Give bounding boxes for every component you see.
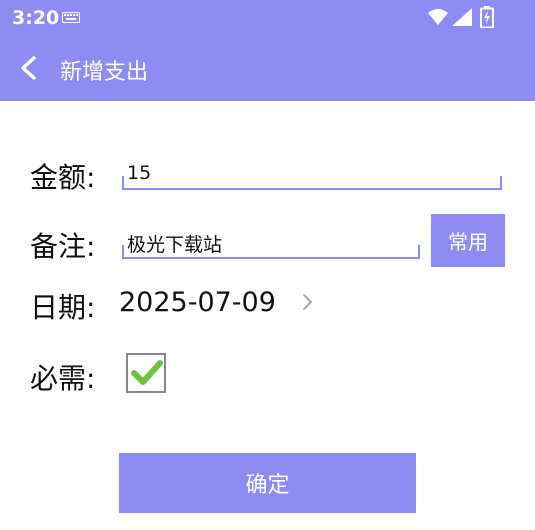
check-icon [131, 360, 163, 385]
note-label: 备注: [30, 230, 96, 263]
amount-field-underline [122, 176, 502, 190]
amount-label: 金额: [30, 161, 96, 194]
date-label: 日期: [30, 291, 96, 324]
common-notes-button[interactable]: 常用 [431, 214, 505, 267]
required-label: 必需: [30, 362, 96, 395]
app-bar: 新增支出 [0, 36, 535, 101]
date-value[interactable]: 2025-07-09 [119, 287, 276, 318]
page-title: 新增支出 [60, 60, 149, 85]
required-checkbox[interactable] [126, 353, 166, 393]
back-arrow-icon[interactable] [16, 55, 42, 81]
confirm-button[interactable]: 确定 [119, 453, 416, 513]
wifi-icon [428, 9, 448, 25]
chevron-right-icon[interactable] [300, 293, 314, 311]
battery-icon [480, 6, 494, 28]
status-bar: 3:20 [0, 0, 535, 36]
status-time: 3:20 [12, 7, 60, 29]
note-input[interactable]: 极光下载站 [127, 230, 222, 257]
keyboard-icon [62, 12, 80, 23]
amount-input[interactable]: 15 [127, 162, 151, 184]
signal-icon [452, 8, 472, 26]
